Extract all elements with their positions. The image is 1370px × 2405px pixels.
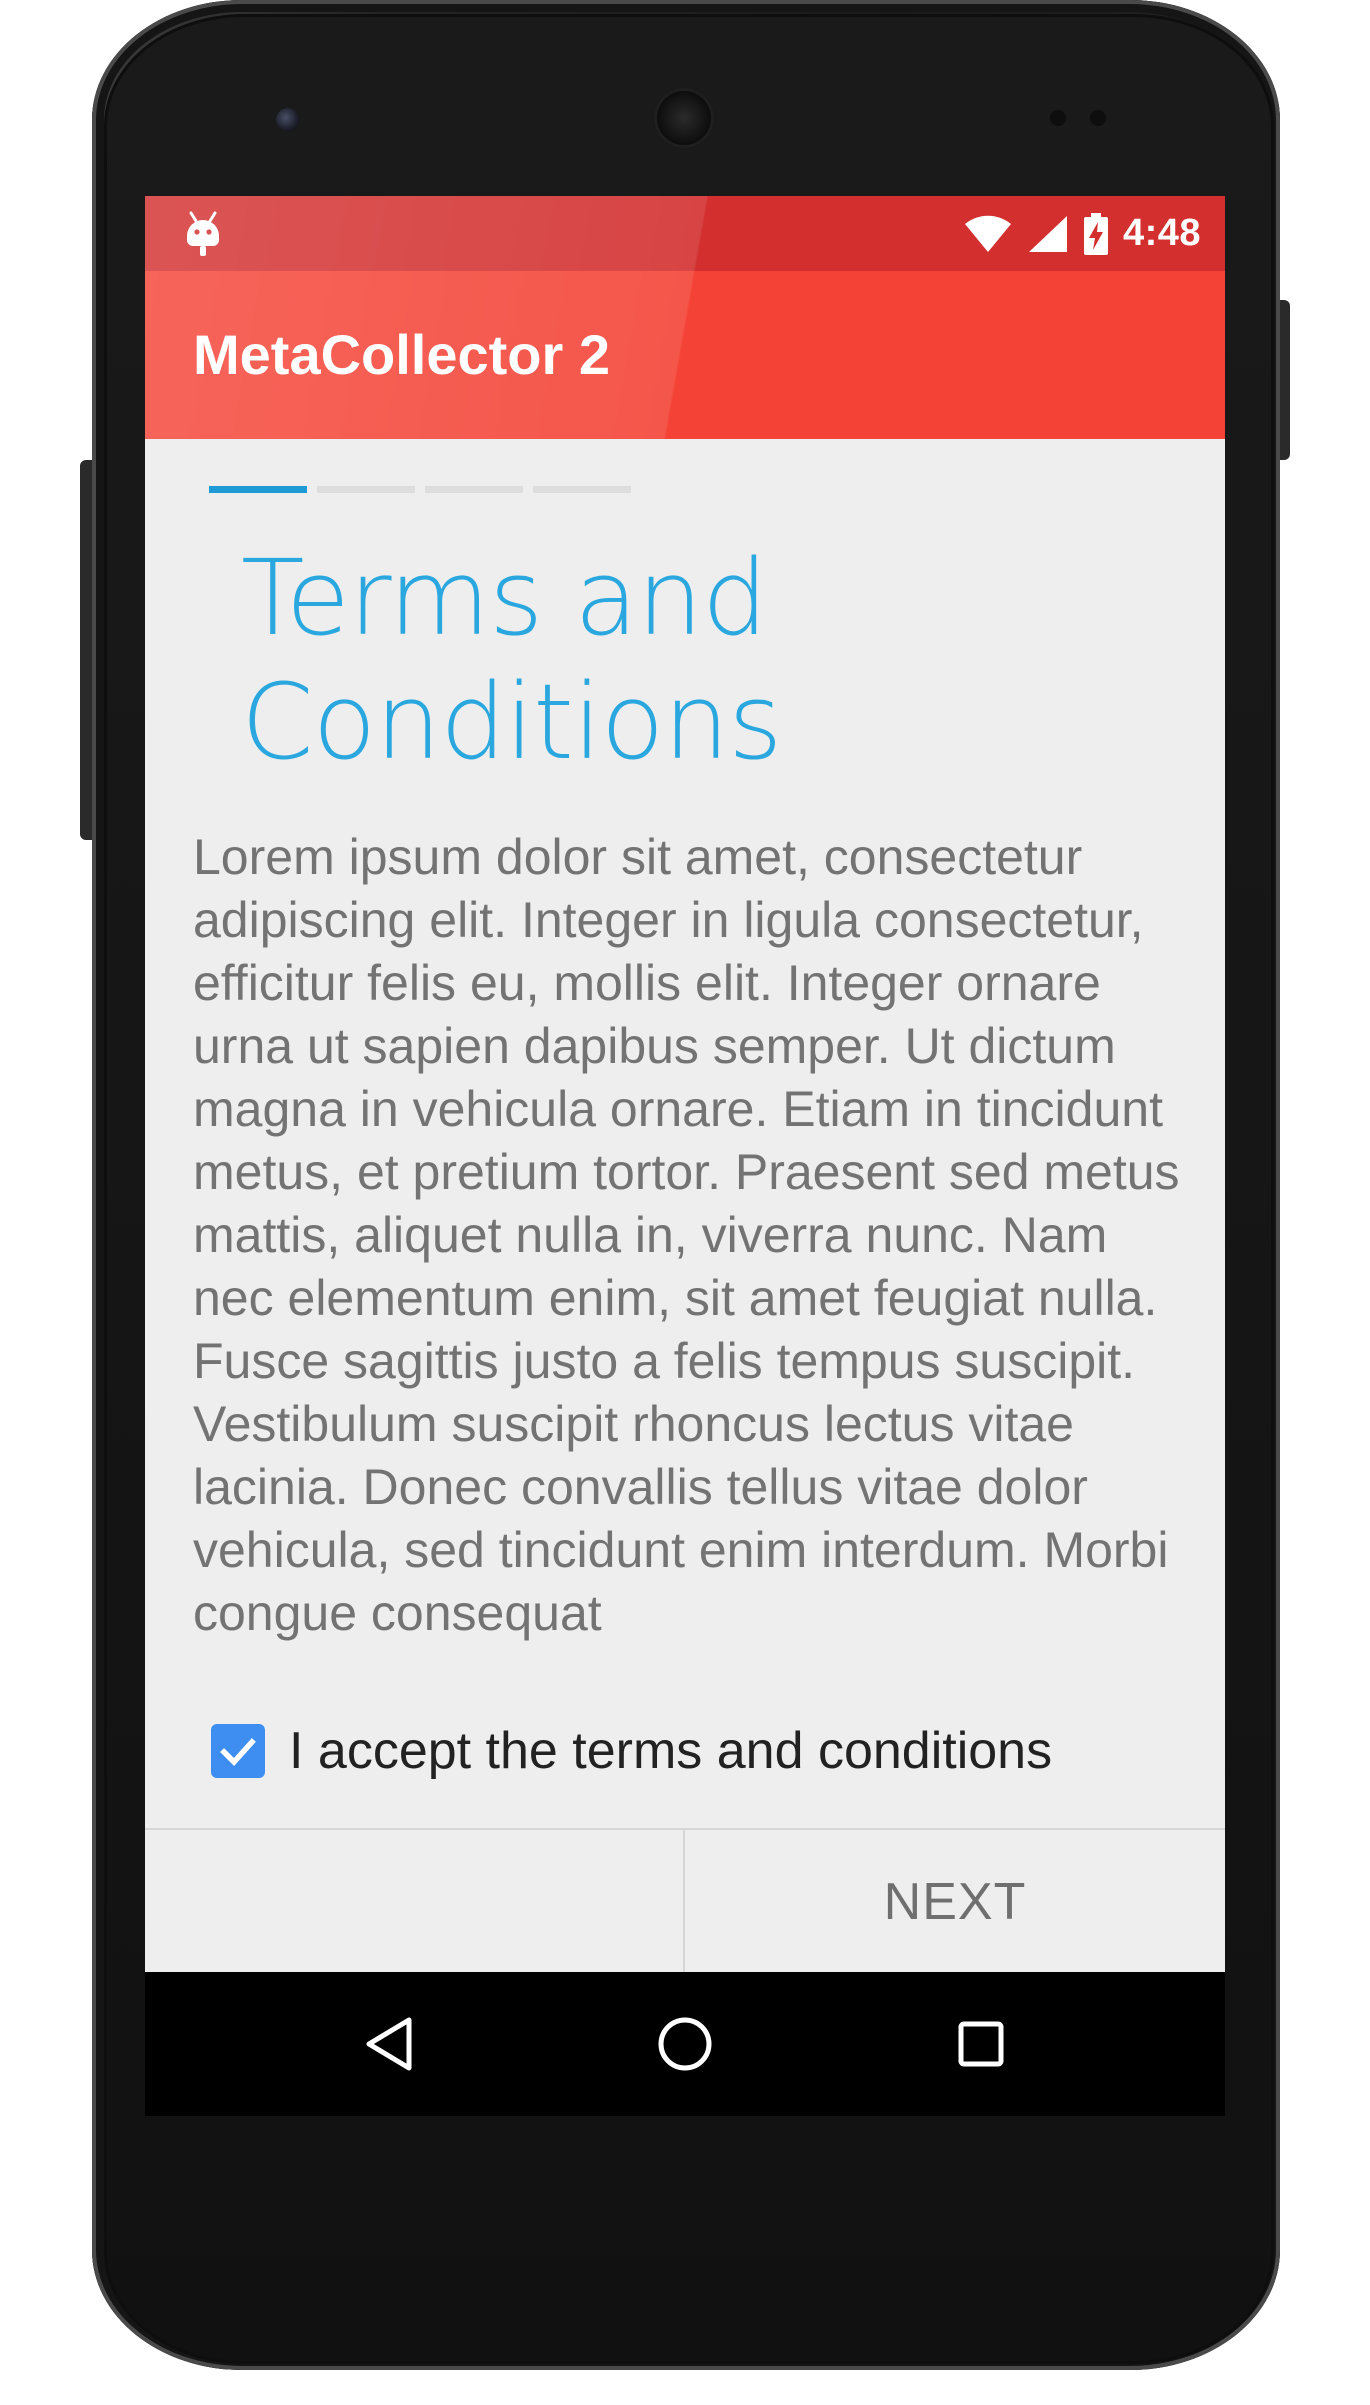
nav-bar (145, 1972, 1225, 2116)
step-3-indicator (425, 486, 523, 493)
back-button-slot (145, 1830, 683, 1974)
terms-text[interactable]: Lorem ipsum dolor sit amet, consectetur … (193, 826, 1193, 1681)
next-button[interactable]: NEXT (685, 1830, 1225, 1974)
status-time: 4:48 (1122, 212, 1201, 254)
app-bar: MetaCollector 2 (145, 271, 1225, 439)
screen: 4:48 MetaCollector 2 Terms and Conditions… (145, 196, 1225, 2116)
recents-icon[interactable] (949, 2012, 1013, 2076)
cell-signal-icon (1028, 215, 1067, 252)
step-1-indicator (209, 486, 307, 493)
status-bar: 4:48 (145, 196, 1225, 271)
accept-terms-row[interactable]: I accept the terms and conditions (211, 1716, 1052, 1786)
light-sensor (1090, 110, 1106, 126)
step-indicator (209, 486, 631, 493)
home-icon[interactable] (653, 2012, 717, 2076)
front-camera (276, 108, 300, 132)
page-title-line-1: Terms and (241, 537, 768, 659)
page-title-line-2: Conditions (241, 661, 782, 783)
wifi-icon (964, 215, 1011, 252)
proximity-sensor (1050, 110, 1066, 126)
step-4-indicator (533, 486, 631, 493)
step-2-indicator (317, 486, 415, 493)
status-icons: 4:48 (963, 196, 1201, 271)
wizard-footer: NEXT (145, 1828, 1225, 1974)
page-title: Terms and Conditions (241, 536, 1041, 784)
accept-label[interactable]: I accept the terms and conditions (289, 1721, 1052, 1781)
android-debug-icon (187, 211, 219, 256)
checkmark-icon (220, 1738, 256, 1766)
device-mockup: 4:48 MetaCollector 2 Terms and Conditions… (0, 0, 1370, 2405)
accept-checkbox[interactable] (211, 1724, 265, 1778)
back-icon[interactable] (357, 2012, 421, 2076)
battery-charging-icon (1083, 212, 1108, 255)
earpiece-speaker (654, 88, 714, 148)
app-title: MetaCollector 2 (193, 323, 610, 386)
